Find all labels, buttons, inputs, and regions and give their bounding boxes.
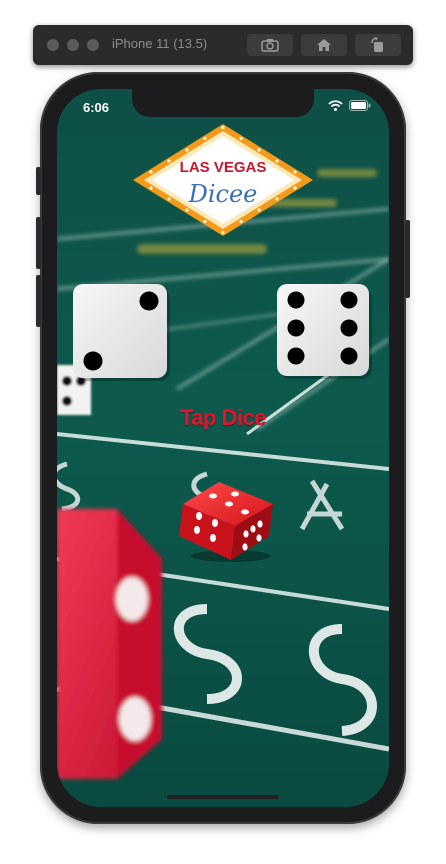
zoom-window-dot[interactable]	[87, 39, 99, 51]
las-vegas-dicee-logo: LAS VEGAS Dicee	[133, 124, 313, 236]
left-die-face-two[interactable]	[73, 284, 171, 382]
tap-dice-label: Tap Dice	[179, 405, 267, 430]
rotate-button[interactable]	[355, 34, 401, 56]
status-time: 6:06	[83, 100, 110, 115]
simulator-title: iPhone 11 (13.5)	[112, 36, 208, 51]
volume-down-button	[36, 275, 41, 327]
logo-line-1: LAS VEGAS	[180, 159, 267, 176]
mute-switch	[36, 167, 41, 195]
volume-up-button	[36, 217, 41, 269]
minimize-window-dot[interactable]	[67, 39, 79, 51]
wifi-icon	[328, 100, 343, 111]
notch	[132, 89, 314, 117]
iphone-frame: 6:06 LAS VEGAS Dicee Tap Dice	[36, 72, 410, 824]
home-button[interactable]	[301, 34, 347, 56]
close-window-dot[interactable]	[47, 39, 59, 51]
battery-icon	[349, 100, 371, 111]
simulator-toolbar: iPhone 11 (13.5)	[33, 25, 413, 65]
home-icon	[317, 39, 331, 51]
screenshot-button[interactable]	[247, 34, 293, 56]
home-indicator[interactable]	[167, 795, 279, 799]
rotate-icon	[371, 37, 383, 52]
right-die-face-six[interactable]	[277, 284, 373, 380]
logo-line-2: Dicee	[188, 180, 258, 208]
status-icons	[328, 100, 371, 111]
power-button	[405, 220, 410, 298]
red-dice-icon[interactable]	[169, 474, 279, 564]
app-screen: 6:06 LAS VEGAS Dicee Tap Dice	[57, 89, 389, 807]
screenshot-icon	[261, 39, 279, 52]
